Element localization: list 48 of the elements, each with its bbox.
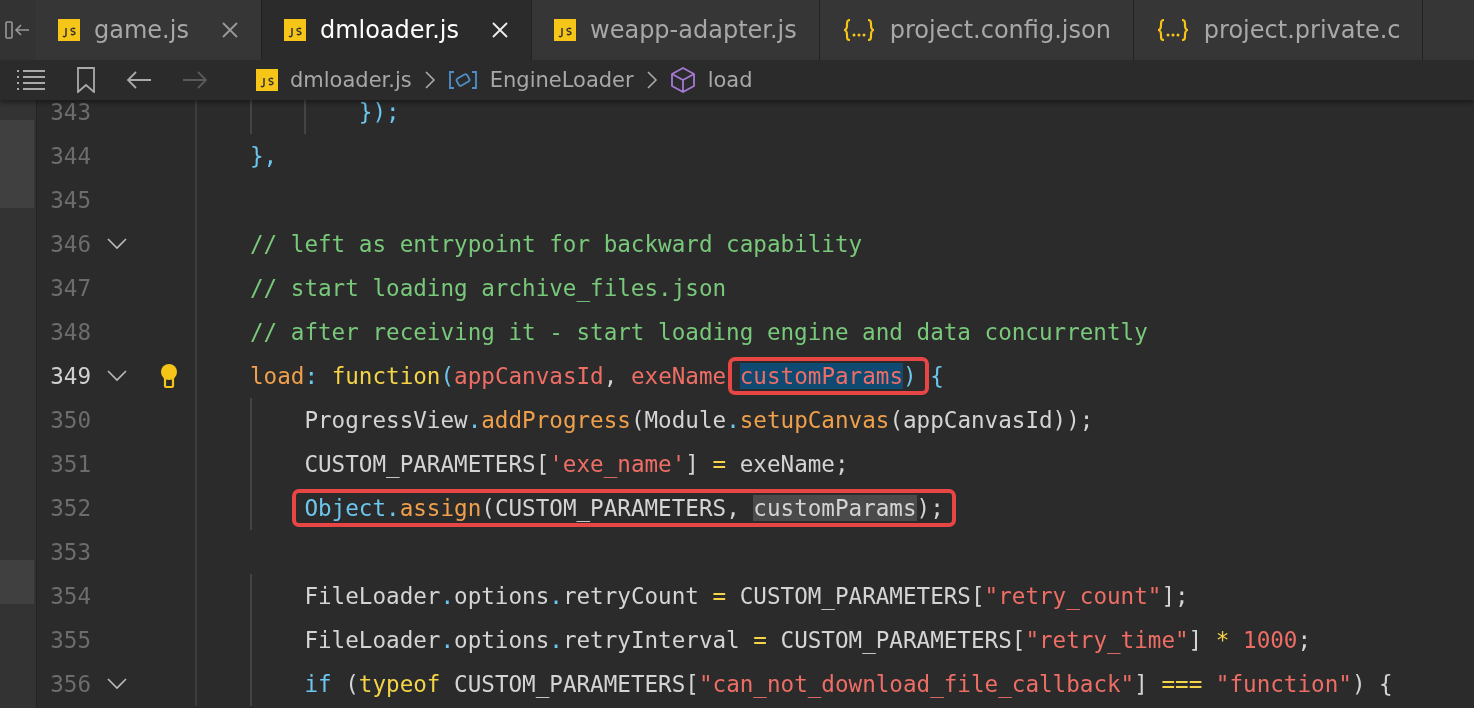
outline-list-icon[interactable] — [16, 69, 46, 91]
line-number: 348 — [49, 319, 91, 345]
line-number: 350 — [49, 407, 91, 433]
line-number: 344 — [49, 143, 91, 169]
close-icon[interactable] — [491, 21, 510, 39]
line-number: 346 — [49, 231, 91, 257]
line-number: 349 — [49, 363, 91, 389]
sidebar-toggle-icon[interactable] — [5, 20, 31, 40]
code-line: }); — [357, 100, 401, 127]
js-file-icon — [554, 19, 577, 41]
js-file-icon — [58, 19, 80, 41]
lightbulb-icon[interactable] — [159, 363, 179, 389]
file-tab[interactable]: dmloader.js — [261, 0, 533, 60]
breadcrumb-item[interactable]: dmloader.js — [290, 68, 412, 92]
line-number: 355 — [49, 627, 91, 653]
line-number: 347 — [49, 275, 91, 301]
line-number: 343 — [49, 100, 91, 125]
line-number: 351 — [49, 451, 91, 477]
fold-chevron-icon[interactable] — [107, 238, 127, 250]
class-icon — [447, 70, 478, 90]
fold-chevron-icon[interactable] — [107, 678, 127, 690]
chevron-icon — [423, 70, 436, 90]
bookmark-icon[interactable] — [76, 67, 96, 93]
js-file-icon — [283, 19, 306, 41]
line-number: 352 — [49, 495, 91, 521]
code-line: }, — [249, 141, 279, 171]
code-line: ProgressView.addProgress(Module.setupCanvas(appCanvasId)); — [303, 405, 1095, 435]
code-line: CUSTOM_PARAMETERS['exe_name'] = exeName; — [303, 449, 850, 480]
json-file-icon — [1155, 19, 1190, 41]
cube-icon — [669, 66, 696, 94]
json-file-icon — [841, 19, 876, 41]
breadcrumb-item[interactable]: EngineLoader — [489, 68, 634, 92]
line-number: 345 — [49, 187, 91, 213]
code-line: if (typeof CUSTOM_PARAMETERS["can_not_download_file_callback"] === "function") { — [303, 669, 1394, 700]
code-line: load: function(appCanvasId, exeName customParams) { — [236, 356, 958, 396]
code-line: // left as entrypoint for backward capability — [249, 229, 864, 259]
code-line: // after receiving it - start loading engine and data concurrently — [249, 317, 1149, 347]
chevron-icon — [645, 70, 658, 90]
line-number: 356 — [49, 671, 91, 697]
fold-chevron-icon[interactable] — [107, 370, 127, 382]
code-line: // start loading archive_files.json — [249, 273, 728, 304]
code-line: FileLoader.options.retryCount = CUSTOM_PARAMETERS["retry_count"]; — [303, 581, 1190, 612]
breadcrumb-item[interactable]: load — [707, 68, 753, 92]
code-line: FileLoader.options.retryInterval = CUSTOM_PARAMETERS["retry_time"] * 1000; — [303, 625, 1313, 656]
back-arrow-icon[interactable] — [126, 70, 152, 90]
line-number: 353 — [49, 539, 91, 565]
line-number: 354 — [49, 583, 91, 609]
js-file-icon — [256, 69, 278, 91]
